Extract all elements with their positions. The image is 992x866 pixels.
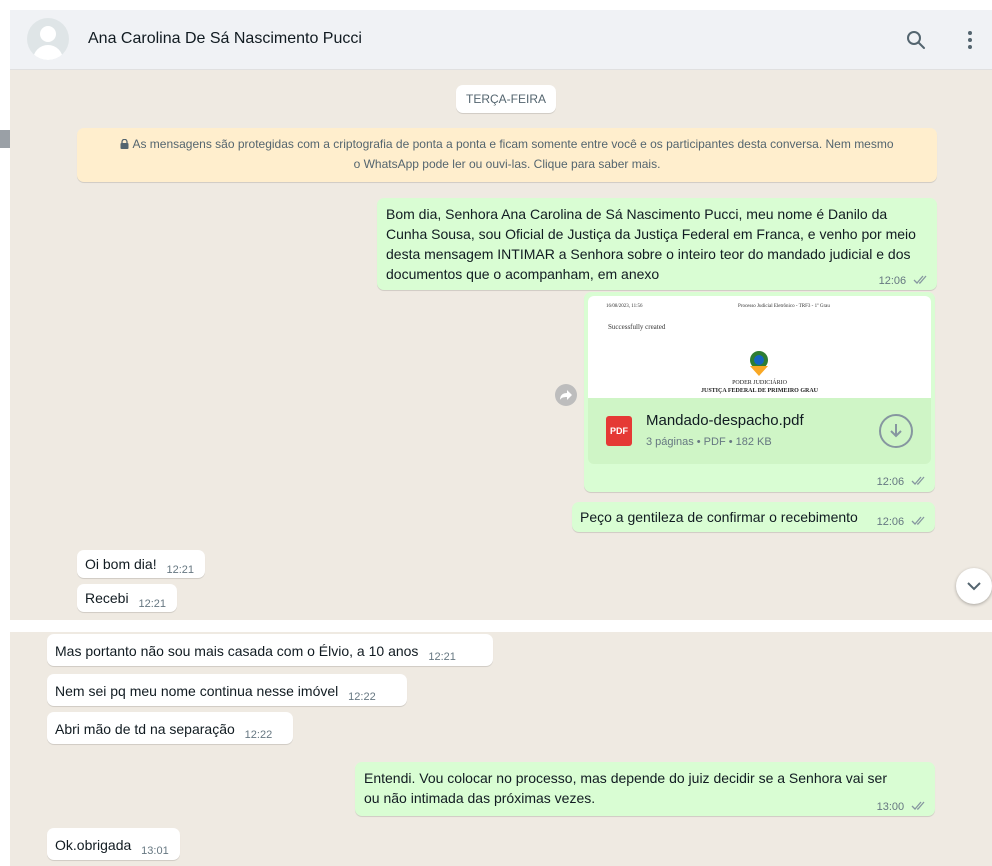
contact-name[interactable]: Ana Carolina De Sá Nascimento Pucci	[88, 30, 362, 48]
encryption-notice[interactable]: As mensagens são protegidas com a cripto…	[77, 128, 937, 182]
preview-org2: JUSTIÇA FEDERAL DE PRIMEIRO GRAU	[700, 388, 818, 394]
message-text: Abri mão de td na separação	[55, 721, 235, 737]
pdf-icon: PDF	[606, 416, 632, 446]
encryption-notice-line2: o WhatsApp pode ler ou ouvi-las. Clique …	[353, 157, 661, 171]
preview-status: Successfully created	[608, 323, 666, 331]
message-bubble-outgoing[interactable]: Entendi. Vou colocar no processo, mas de…	[355, 762, 935, 816]
preview-org1: PODER JUDICIÁRIO	[732, 380, 787, 386]
message-text: Entendi. Vou colocar no processo, mas de…	[364, 770, 887, 806]
lock-icon	[120, 138, 129, 149]
date-separator: TERÇA-FEIRA	[456, 85, 556, 113]
message-time: 12:06	[876, 476, 905, 488]
double-check-icon	[911, 476, 925, 485]
document-preview[interactable]: 16/08/2023, 11:56 Processo Judicial Elet…	[588, 296, 931, 398]
search-icon[interactable]	[906, 30, 926, 50]
message-time: 12:22	[244, 729, 273, 741]
forward-icon[interactable]	[555, 384, 577, 406]
message-time: 12:06	[876, 516, 905, 528]
message-time: 12:21	[166, 564, 195, 576]
document-message[interactable]: 16/08/2023, 11:56 Processo Judicial Elet…	[584, 292, 935, 492]
double-check-icon	[911, 801, 925, 810]
message-time: 12:22	[348, 691, 376, 703]
message-bubble-incoming[interactable]: Mas portanto não sou mais casada com o É…	[47, 634, 493, 666]
message-bubble-outgoing[interactable]: Bom dia, Senhora Ana Carolina de Sá Nasc…	[377, 198, 937, 290]
menu-icon[interactable]	[960, 30, 980, 50]
message-time: 12:21	[138, 598, 167, 610]
message-text: Peço a gentileza de confirmar o recebime…	[580, 509, 858, 525]
message-text: Mas portanto não sou mais casada com o É…	[55, 643, 419, 659]
scroll-down-button[interactable]	[956, 568, 992, 604]
download-icon[interactable]	[879, 414, 913, 448]
document-file-name: Mandado-despacho.pdf	[646, 412, 804, 429]
encryption-notice-line1: As mensagens são protegidas com a cripto…	[132, 137, 894, 151]
double-check-icon	[911, 516, 925, 525]
message-text: Bom dia, Senhora Ana Carolina de Sá Nasc…	[386, 206, 916, 282]
message-time: 12:21	[428, 651, 456, 663]
screenshot-divider	[10, 620, 992, 632]
message-text: Nem sei pq meu nome continua nesse imóve…	[55, 683, 339, 699]
avatar[interactable]	[27, 18, 69, 60]
window-edge	[0, 130, 10, 148]
message-bubble-incoming[interactable]: Nem sei pq meu nome continua nesse imóve…	[47, 674, 407, 706]
message-bubble-outgoing[interactable]: Peço a gentileza de confirmar o recebime…	[572, 502, 935, 532]
preview-header-left: 16/08/2023, 11:56	[606, 304, 643, 309]
chevron-down-icon	[967, 582, 981, 591]
document-file-info: 3 páginas • PDF • 182 KB	[646, 436, 772, 448]
chat-header: Ana Carolina De Sá Nascimento Pucci	[10, 10, 992, 70]
message-bubble-incoming[interactable]: Abri mão de td na separação 12:22	[47, 712, 293, 744]
message-bubble-incoming[interactable]: Oi bom dia! 12:21	[77, 550, 205, 578]
document-info[interactable]: PDF Mandado-despacho.pdf 3 páginas • PDF…	[588, 398, 931, 464]
message-text: Ok.obrigada	[55, 837, 132, 853]
preview-header-right: Processo Judicial Eletrônico - TRF3 - 1º…	[738, 304, 830, 309]
double-check-icon	[913, 275, 927, 284]
message-time: 13:00	[876, 801, 905, 813]
coat-of-arms-icon	[750, 351, 768, 376]
message-bubble-incoming[interactable]: Recebi 12:21	[77, 584, 177, 612]
message-time: 12:06	[878, 275, 907, 287]
message-text: Recebi	[85, 590, 129, 606]
message-time: 13:01	[141, 845, 169, 857]
message-text: Oi bom dia!	[85, 556, 157, 572]
message-bubble-incoming[interactable]: Ok.obrigada 13:01	[47, 828, 180, 860]
